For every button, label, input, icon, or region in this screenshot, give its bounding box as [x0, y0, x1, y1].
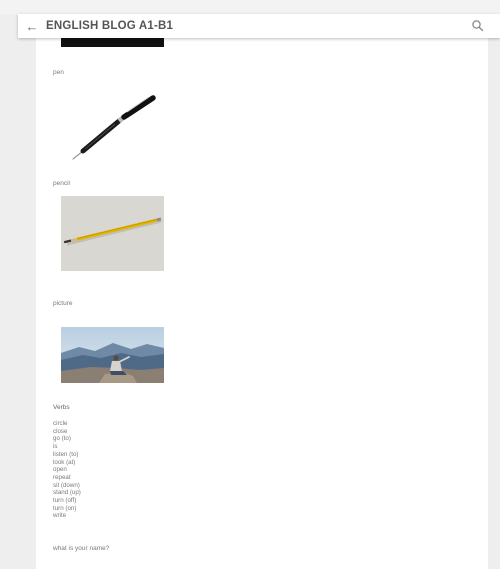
- app-window: ← ENGLISH BLOG A1-B1 pen pencil picture …: [0, 0, 500, 569]
- verb-item: write: [53, 512, 67, 520]
- page-title: ENGLISH BLOG A1-B1: [46, 20, 174, 32]
- verb-item: stand (up): [53, 489, 81, 497]
- verbs-list: circle close go (to) is listen (to) look…: [53, 420, 81, 520]
- verb-item: close: [53, 427, 68, 435]
- picture-image: [61, 327, 164, 383]
- verbs-heading: Verbs: [53, 404, 70, 411]
- verb-item: open: [53, 466, 67, 474]
- question-text: what is your name?: [53, 545, 110, 552]
- pen-image: [61, 90, 164, 164]
- item-label-pencil: pencil: [53, 180, 70, 187]
- verb-item: listen (to): [53, 450, 79, 458]
- verb-item: circle: [53, 420, 68, 427]
- pencil-image: [61, 196, 164, 271]
- arrow-left-icon: ←: [25, 18, 39, 34]
- verb-item: turn (on): [53, 504, 77, 512]
- top-bar-gap: [0, 0, 500, 14]
- verb-item: repeat: [53, 473, 71, 481]
- verb-item: turn (off): [53, 497, 77, 505]
- verb-item: is: [53, 443, 58, 451]
- app-header: ← ENGLISH BLOG A1-B1: [18, 14, 500, 38]
- item-label-pen: pen: [53, 69, 64, 76]
- item-label-picture: picture: [53, 300, 73, 307]
- verb-item: look (at): [53, 458, 76, 466]
- previous-item-image: [61, 38, 164, 47]
- search-icon[interactable]: [470, 18, 486, 34]
- post-content: pen pencil picture Verbs circle close go…: [36, 38, 488, 569]
- verb-item: sit (down): [53, 481, 80, 489]
- back-button[interactable]: ←: [18, 14, 46, 38]
- verb-item: go (to): [53, 435, 71, 443]
